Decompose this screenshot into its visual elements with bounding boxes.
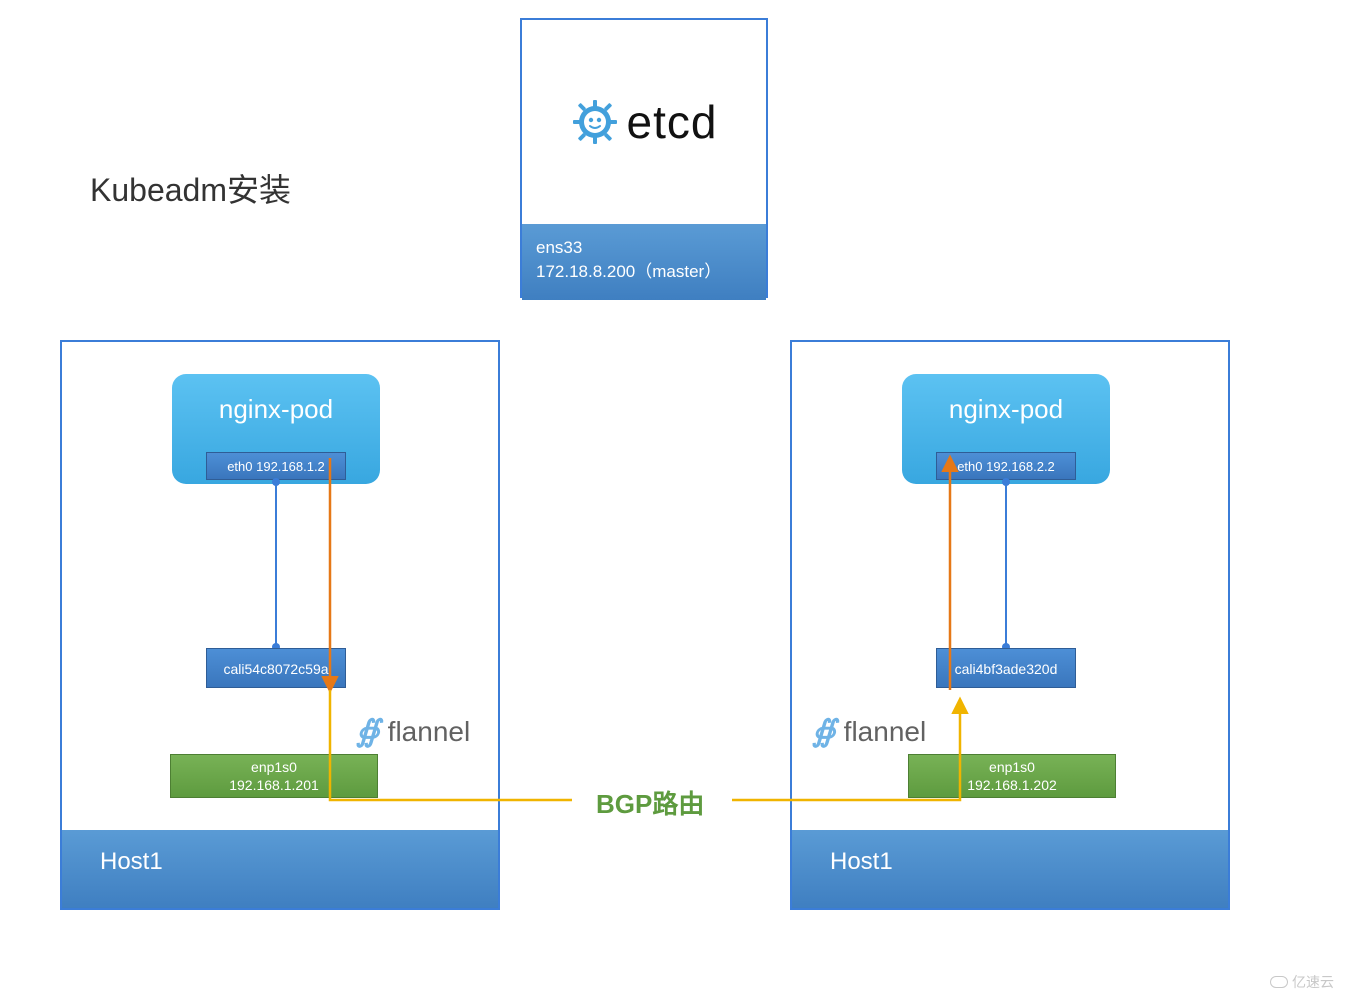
veth-link-2 (1005, 482, 1007, 647)
host-footer-1: Host1 (62, 830, 498, 908)
flannel-label-1: ∯ flannel (356, 714, 470, 749)
flannel-text: flannel (844, 716, 927, 748)
cali-box-1: cali54c8072c59a (206, 648, 346, 688)
cali-box-2: cali4bf3ade320d (936, 648, 1076, 688)
flannel-icon: ∯ (812, 714, 836, 749)
etcd-gear-icon (571, 98, 619, 146)
eth-box-2: eth0 192.168.2.2 (936, 452, 1076, 480)
enp-iface-1: enp1s0 (171, 759, 377, 777)
master-node-box: etcd ens33 172.18.8.200（master） (520, 18, 768, 298)
page-title: Kubeadm安装 (90, 165, 291, 211)
master-iface: ens33 (536, 236, 752, 260)
master-ip: 172.18.8.200（master） (536, 260, 752, 284)
eth-box-1: eth0 192.168.1.2 (206, 452, 346, 480)
host-footer-2: Host1 (792, 830, 1228, 908)
etcd-text: etcd (627, 95, 718, 149)
flannel-icon: ∯ (356, 714, 380, 749)
veth-link-1 (275, 482, 277, 647)
etcd-logo: etcd (522, 20, 766, 224)
enp-box-2: enp1s0 192.168.1.202 (908, 754, 1116, 798)
enp-ip-1: 192.168.1.201 (171, 777, 377, 795)
pod-name-2: nginx-pod (902, 394, 1110, 425)
enp-box-1: enp1s0 192.168.1.201 (170, 754, 378, 798)
bgp-label: BGP路由 (596, 784, 704, 821)
master-footer: ens33 172.18.8.200（master） (522, 224, 766, 300)
pod-name-1: nginx-pod (172, 394, 380, 425)
flannel-label-2: ∯ flannel (812, 714, 926, 749)
enp-ip-2: 192.168.1.202 (909, 777, 1115, 795)
flannel-text: flannel (388, 716, 471, 748)
watermark-text: 亿速云 (1292, 972, 1334, 992)
host-1-box: nginx-pod eth0 192.168.1.2 cali54c8072c5… (60, 340, 500, 910)
nginx-pod-2: nginx-pod eth0 192.168.2.2 (902, 374, 1110, 484)
nginx-pod-1: nginx-pod eth0 192.168.1.2 (172, 374, 380, 484)
watermark: 亿速云 (1270, 972, 1334, 992)
watermark-icon (1270, 976, 1288, 988)
enp-iface-2: enp1s0 (909, 759, 1115, 777)
host-2-box: nginx-pod eth0 192.168.2.2 cali4bf3ade32… (790, 340, 1230, 910)
